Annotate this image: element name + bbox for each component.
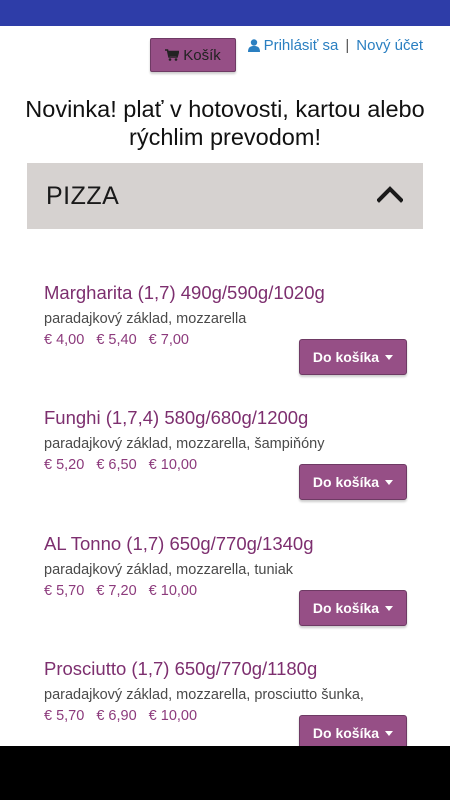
price-small: € 5,70: [44, 583, 85, 599]
product-item: Funghi (1,7,4) 580g/680g/1200g paradajko…: [44, 407, 414, 500]
price-large: € 10,00: [148, 708, 198, 724]
caret-down-icon: [385, 605, 394, 611]
product-item: AL Tonno (1,7) 650g/770g/1340g paradajko…: [44, 533, 414, 626]
user-icon: [247, 39, 260, 52]
caret-down-icon: [385, 730, 394, 736]
product-name[interactable]: Funghi (1,7,4) 580g/680g/1200g: [44, 407, 414, 429]
product-description: paradajkový základ, mozzarella, šampiňón…: [44, 436, 325, 452]
account-links: Prihlásiť sa | Nový účet: [247, 37, 423, 54]
add-to-cart-button[interactable]: Do košíka: [299, 590, 407, 626]
product-item: Margharita (1,7) 490g/590g/1020g paradaj…: [44, 282, 414, 375]
shopping-cart-icon: [165, 49, 180, 61]
link-separator: |: [345, 37, 350, 54]
price-medium: € 7,20: [96, 583, 137, 599]
add-to-cart-button[interactable]: Do košíka: [299, 339, 407, 375]
status-bar: [0, 0, 450, 26]
login-link[interactable]: Prihlásiť sa: [264, 37, 339, 54]
caret-down-icon: [385, 479, 394, 485]
price-large: € 10,00: [148, 583, 198, 599]
price-medium: € 6,90: [96, 708, 137, 724]
product-description: paradajkový základ, mozzarella, tuniak: [44, 562, 294, 578]
product-name[interactable]: Margharita (1,7) 490g/590g/1020g: [44, 282, 414, 304]
cart-button[interactable]: Košík: [150, 38, 236, 72]
product-name[interactable]: AL Tonno (1,7) 650g/770g/1340g: [44, 533, 414, 555]
cart-label: Košík: [183, 46, 221, 64]
category-header-pizza[interactable]: PIZZA: [27, 163, 423, 229]
product-name[interactable]: Prosciutto (1,7) 650g/770g/1180g: [44, 658, 414, 680]
category-title: PIZZA: [46, 182, 120, 210]
chevron-up-icon[interactable]: [377, 185, 403, 203]
add-to-cart-button[interactable]: Do košíka: [299, 715, 407, 746]
add-to-cart-button[interactable]: Do košíka: [299, 464, 407, 500]
product-description: paradajkový základ, mozzarella: [44, 311, 247, 327]
price-small: € 4,00: [44, 332, 85, 348]
price-small: € 5,70: [44, 708, 85, 724]
add-to-cart-label: Do košíka: [312, 349, 380, 365]
add-to-cart-label: Do košíka: [312, 474, 380, 490]
price-medium: € 5,40: [96, 332, 137, 348]
add-to-cart-label: Do košíka: [312, 600, 380, 616]
page-content: Košík Prihlásiť sa | Nový účet Novinka! …: [0, 26, 450, 746]
price-small: € 5,20: [44, 457, 85, 473]
add-to-cart-label: Do košíka: [312, 725, 380, 741]
product-description: paradajkový základ, mozzarella, prosciut…: [44, 687, 364, 703]
price-medium: € 6,50: [96, 457, 137, 473]
caret-down-icon: [385, 354, 394, 360]
promo-banner: Novinka! plať v hotovosti, kartou alebo …: [25, 96, 425, 150]
register-link[interactable]: Nový účet: [356, 37, 423, 54]
price-large: € 10,00: [148, 457, 198, 473]
system-navigation-bar: [0, 746, 450, 800]
product-item: Prosciutto (1,7) 650g/770g/1180g paradaj…: [44, 658, 414, 746]
price-large: € 7,00: [148, 332, 189, 348]
